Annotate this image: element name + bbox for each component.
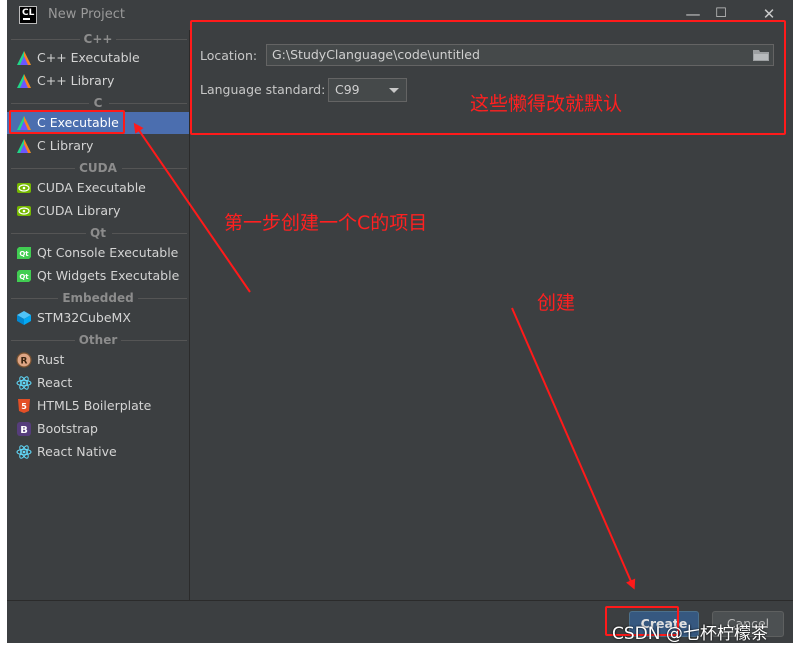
annotation-arrows	[133, 122, 636, 590]
csdn-watermark: CSDN @七杯柠檬茶	[612, 624, 768, 644]
arrow-to-c-executable	[133, 122, 251, 293]
arrow-to-create-button	[511, 307, 636, 590]
